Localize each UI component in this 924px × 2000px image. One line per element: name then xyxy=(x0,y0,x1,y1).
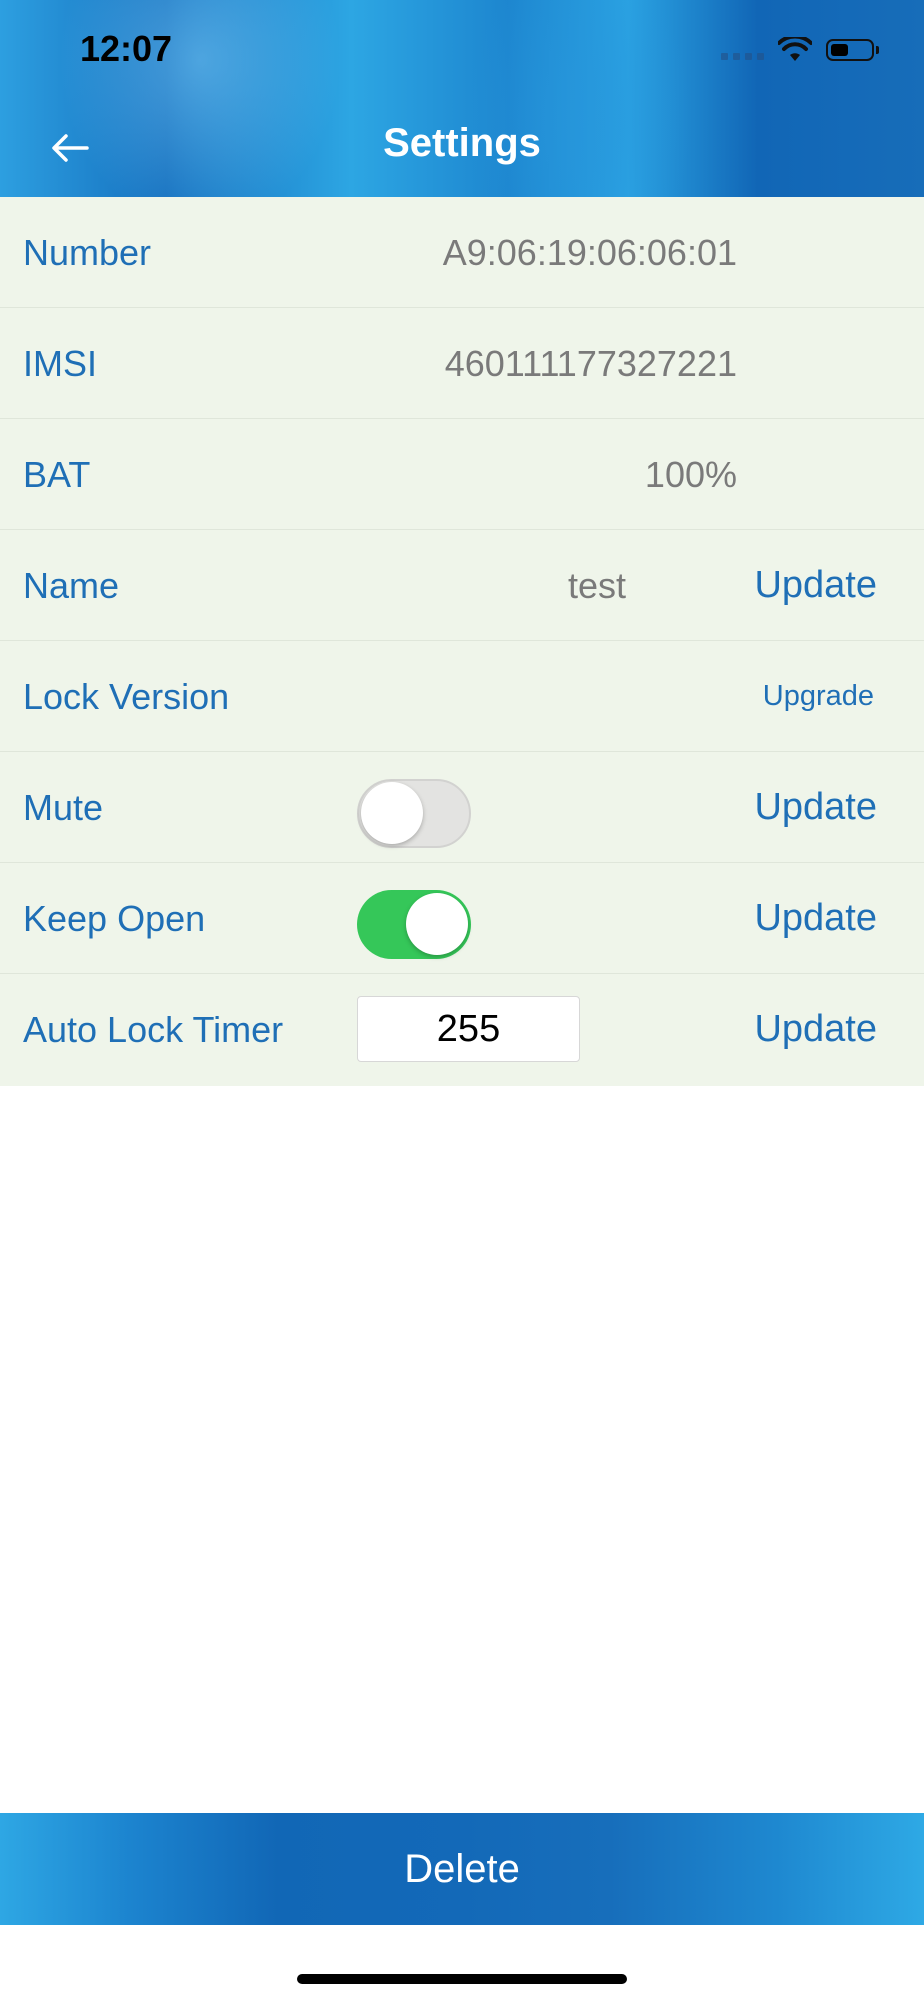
imsi-label: IMSI xyxy=(23,343,98,384)
home-indicator xyxy=(297,1974,627,1984)
status-icons xyxy=(721,32,879,68)
status-time: 12:07 xyxy=(80,28,173,69)
settings-row-name: Name test Update xyxy=(0,530,924,641)
name-value: test xyxy=(567,565,626,606)
update-mute-button[interactable]: Update xyxy=(754,752,877,863)
lock-version-label: Lock Version xyxy=(23,676,230,717)
bat-label: BAT xyxy=(23,454,91,495)
keep-open-toggle-knob xyxy=(406,893,468,955)
auto-lock-timer-input[interactable] xyxy=(357,996,580,1062)
settings-row-keep-open: Keep Open Update xyxy=(0,863,924,974)
auto-lock-timer-label: Auto Lock Timer xyxy=(23,1009,284,1050)
mute-label: Mute xyxy=(23,787,104,828)
imsi-value: 460111177327221 xyxy=(444,343,737,384)
update-auto-lock-timer-button[interactable]: Update xyxy=(754,974,877,1085)
signal-dots-icon xyxy=(721,52,764,60)
battery-icon xyxy=(826,39,879,61)
update-name-button[interactable]: Update xyxy=(754,530,877,641)
settings-row-lock-version: Lock Version Upgrade xyxy=(0,641,924,752)
bat-value: 100% xyxy=(644,454,737,495)
number-value: A9:06:19:06:06:01 xyxy=(442,232,737,273)
keep-open-label: Keep Open xyxy=(23,898,206,939)
keep-open-toggle[interactable] xyxy=(357,890,471,959)
header-bar: 12:07 Settings xyxy=(0,0,924,197)
settings-row-imsi: IMSI 460111177327221 xyxy=(0,308,924,419)
settings-row-number: Number A9:06:19:06:06:01 xyxy=(0,197,924,308)
settings-list: Number A9:06:19:06:06:01 IMSI 4601111773… xyxy=(0,197,924,1086)
upgrade-button[interactable]: Upgrade xyxy=(763,641,874,752)
mute-toggle[interactable] xyxy=(357,779,471,848)
page-title: Settings xyxy=(383,121,541,165)
settings-row-bat: BAT 100% xyxy=(0,419,924,530)
mute-toggle-knob xyxy=(361,782,423,844)
wifi-icon xyxy=(778,37,812,61)
settings-row-mute: Mute Update xyxy=(0,752,924,863)
settings-row-auto-lock-timer: Auto Lock Timer Update xyxy=(0,974,924,1086)
delete-button[interactable]: Delete xyxy=(0,1813,924,1925)
name-label: Name xyxy=(23,565,120,606)
number-label: Number xyxy=(23,232,152,273)
update-keep-open-button[interactable]: Update xyxy=(754,863,877,974)
